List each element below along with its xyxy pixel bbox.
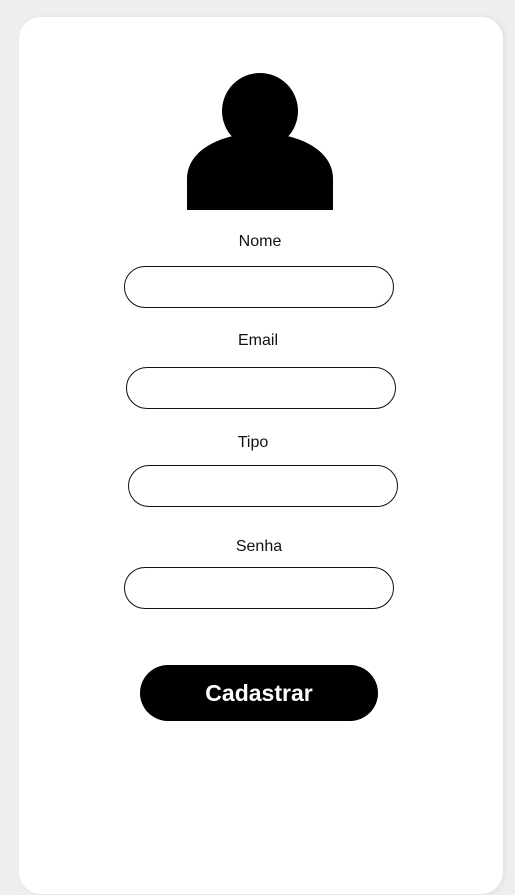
nome-label: Nome bbox=[238, 233, 282, 250]
tipo-input[interactable] bbox=[128, 465, 398, 507]
user-avatar-icon bbox=[187, 73, 333, 211]
email-label: Email bbox=[237, 332, 278, 349]
nome-input[interactable] bbox=[124, 266, 394, 308]
tipo-label: Tipo bbox=[237, 434, 269, 451]
cadastrar-button[interactable]: Cadastrar bbox=[140, 665, 378, 721]
senha-label: Senha bbox=[235, 538, 283, 555]
senha-input[interactable] bbox=[124, 567, 394, 609]
email-input[interactable] bbox=[126, 367, 396, 409]
